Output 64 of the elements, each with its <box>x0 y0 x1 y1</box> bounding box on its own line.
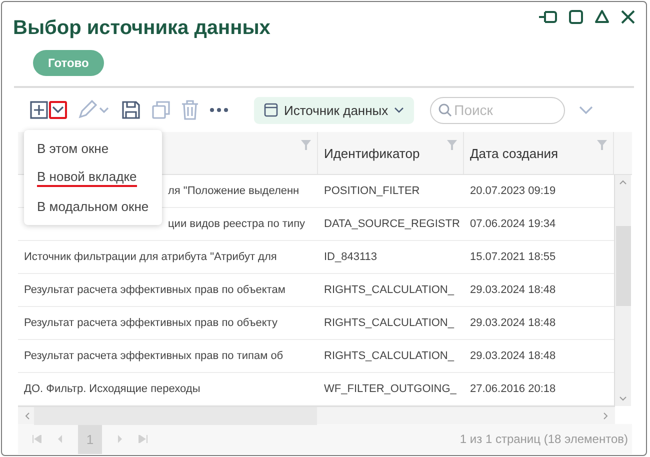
vertical-scrollbar[interactable] <box>614 175 631 406</box>
table-cell: 29.03.2024 18:48 <box>470 284 556 296</box>
table-cell: Результат расчета эффективных прав по объекту <box>24 317 278 329</box>
table-cell: ID_843113 <box>324 251 378 263</box>
scroll-right-icon[interactable] <box>603 412 609 420</box>
scroll-down-icon[interactable] <box>619 396 627 402</box>
more-icon[interactable] <box>209 107 229 113</box>
search-field[interactable]: Поиск <box>430 96 566 124</box>
window-title: Выбор источника данных <box>13 17 270 40</box>
table-cell: ции видов реестра по типу <box>168 218 306 230</box>
table-cell: ДО. Фильтр. Исходящие переходы <box>24 383 200 395</box>
table-cell: 07.06.2024 19:34 <box>470 218 556 230</box>
close-icon[interactable] <box>620 9 636 25</box>
chevron-down-icon[interactable] <box>579 106 594 114</box>
last-page-icon[interactable] <box>138 435 148 443</box>
pin-icon[interactable] <box>538 9 558 25</box>
table-cell: RIGHTS_CALCULATION_ <box>324 317 454 329</box>
add-icon[interactable] <box>30 101 48 119</box>
horizontal-scrollbar[interactable] <box>18 406 615 424</box>
filter-icon[interactable] <box>597 140 607 150</box>
chip-label: Источник данных <box>284 102 388 118</box>
table-cell: Источник фильтрации для атрибута "Атрибут для <box>24 251 277 263</box>
next-page-icon[interactable] <box>116 435 124 443</box>
filter-icon[interactable] <box>447 140 457 150</box>
pager-status: 1 из 1 страниц (18 элементов) <box>460 432 628 446</box>
table-row[interactable]: Результат расчета эффективных прав по объектам RIGHTS_CALCULATION_ 29.03.2024 18:48 <box>18 274 614 307</box>
table-cell: 20.07.2023 09:19 <box>470 185 556 197</box>
caret-icon <box>394 107 404 113</box>
table-cell: 15.07.2021 18:55 <box>470 251 556 263</box>
trash-icon[interactable] <box>181 100 199 120</box>
column-title: Идентификатор <box>324 146 420 160</box>
filter-icon[interactable] <box>301 140 311 150</box>
table-row[interactable]: Результат расчета эффективных прав по типам об RIGHTS_CALCULATION_ 29.03.2024 18:48 <box>18 340 614 373</box>
copy-icon[interactable] <box>151 100 171 120</box>
column-header[interactable]: Дата создания <box>464 132 614 174</box>
previous-page-icon[interactable] <box>56 435 64 443</box>
column-header[interactable]: Идентификатор <box>318 132 464 174</box>
table-cell: 29.03.2024 18:48 <box>470 350 556 362</box>
save-icon[interactable] <box>121 100 141 120</box>
table-cell: RIGHTS_CALCULATION_ <box>324 350 454 362</box>
search-icon <box>438 102 452 116</box>
table-cell: WF_FILTER_OUTGOING_ <box>324 383 456 395</box>
column-title: Дата создания <box>470 146 558 160</box>
table-cell: ля "Положение выделенн <box>168 185 300 197</box>
table-cell: POSITION_FILTER <box>324 185 420 197</box>
collapse-icon[interactable] <box>594 9 610 25</box>
scroll-left-icon[interactable] <box>24 412 30 420</box>
pencil-icon[interactable] <box>77 100 111 120</box>
maximize-icon[interactable] <box>568 9 584 25</box>
menu-item[interactable]: В этом окне <box>24 134 162 163</box>
table-cell: 27.06.2016 20:18 <box>470 383 556 395</box>
window-icon <box>264 103 278 117</box>
scroll-up-icon[interactable] <box>619 179 627 185</box>
table-row[interactable]: Источник фильтрации для атрибута "Атрибут для ID_843113 15.07.2021 18:55 <box>18 241 614 274</box>
source-chip[interactable]: Источник данных <box>254 96 414 124</box>
table-cell: DATA_SOURCE_REGISTR <box>324 218 460 230</box>
first-page-icon[interactable] <box>32 435 42 443</box>
table-cell: Результат расчета эффективных прав по объектам <box>24 284 286 296</box>
table-cell: Результат расчета эффективных прав по типам об <box>24 350 284 362</box>
table-cell: 29.03.2024 18:48 <box>470 317 556 329</box>
table-cell: RIGHTS_CALCULATION_ <box>324 284 454 296</box>
table-row[interactable]: Результат расчета эффективных прав по объекту RIGHTS_CALCULATION_ 29.03.2024 18:48 <box>18 307 614 340</box>
dropdown-button[interactable] <box>49 101 67 119</box>
caret-icon <box>52 106 64 114</box>
